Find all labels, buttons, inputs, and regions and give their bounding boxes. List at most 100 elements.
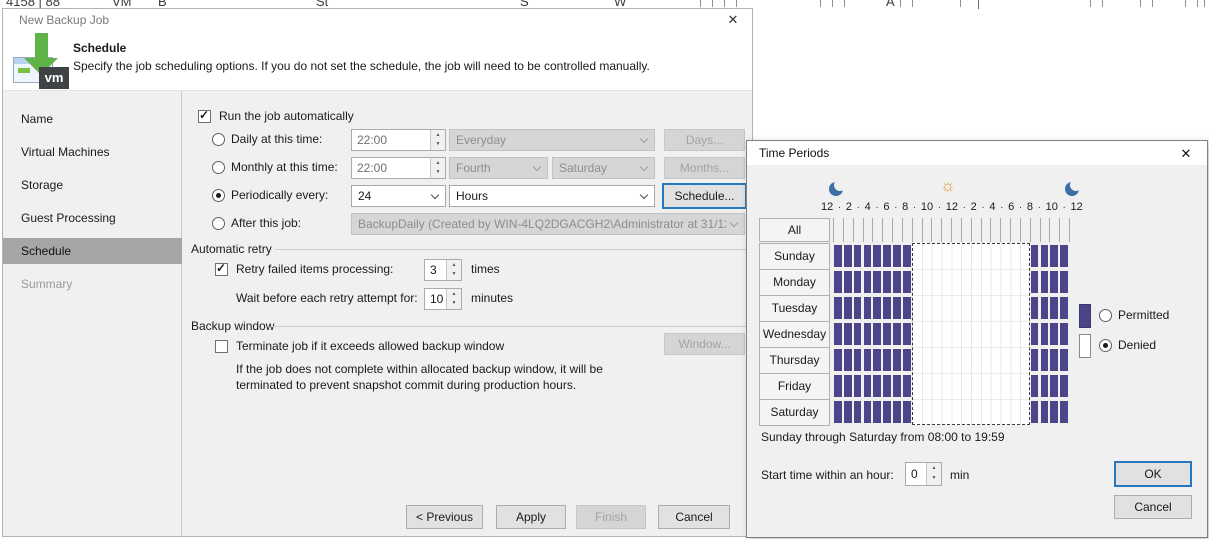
time-cell-permitted[interactable] bbox=[1060, 401, 1068, 423]
time-cell-permitted[interactable] bbox=[873, 401, 881, 423]
time-cell-permitted[interactable] bbox=[873, 375, 881, 397]
time-cell-permitted[interactable] bbox=[1031, 297, 1039, 319]
time-cell-permitted[interactable] bbox=[1031, 349, 1039, 371]
retry-count-spinner[interactable]: 3 ▲▼ bbox=[424, 259, 462, 281]
time-cell-permitted[interactable] bbox=[854, 245, 862, 267]
time-cell-permitted[interactable] bbox=[864, 297, 872, 319]
time-cell-permitted[interactable] bbox=[1050, 349, 1058, 371]
time-cell-permitted[interactable] bbox=[903, 323, 911, 345]
time-cell-permitted[interactable] bbox=[893, 349, 901, 371]
time-cell-permitted[interactable] bbox=[844, 375, 852, 397]
time-cells-denied-selection[interactable] bbox=[912, 243, 1030, 425]
daily-radio[interactable] bbox=[212, 133, 225, 146]
time-cell-permitted[interactable] bbox=[854, 375, 862, 397]
after-job-radio[interactable] bbox=[212, 217, 225, 230]
time-cell-permitted[interactable] bbox=[893, 271, 901, 293]
run-automatically-checkbox[interactable]: ✓ bbox=[198, 110, 211, 123]
time-cell-permitted[interactable] bbox=[883, 297, 891, 319]
time-cell-permitted[interactable] bbox=[873, 297, 881, 319]
time-cell-permitted[interactable] bbox=[903, 375, 911, 397]
time-cell-permitted[interactable] bbox=[844, 271, 852, 293]
time-cell-permitted[interactable] bbox=[834, 271, 842, 293]
time-cell-permitted[interactable] bbox=[1050, 245, 1058, 267]
time-cell-permitted[interactable] bbox=[1060, 245, 1068, 267]
time-cell-permitted[interactable] bbox=[834, 401, 842, 423]
retry-checkbox[interactable]: ✓ bbox=[215, 263, 228, 276]
time-cell-permitted[interactable] bbox=[1050, 375, 1058, 397]
periodically-unit-dropdown[interactable]: Hours bbox=[449, 185, 655, 207]
time-cell-permitted[interactable] bbox=[844, 323, 852, 345]
time-cell-permitted[interactable] bbox=[1041, 401, 1049, 423]
time-cell-permitted[interactable] bbox=[1041, 375, 1049, 397]
time-cell-permitted[interactable] bbox=[834, 323, 842, 345]
grid-day-button[interactable]: Monday bbox=[760, 269, 829, 295]
time-cell-permitted[interactable] bbox=[893, 245, 901, 267]
time-cell-permitted[interactable] bbox=[844, 401, 852, 423]
time-cell-permitted[interactable] bbox=[864, 245, 872, 267]
time-cell-permitted[interactable] bbox=[1041, 245, 1049, 267]
time-cell-permitted[interactable] bbox=[873, 245, 881, 267]
time-cell-permitted[interactable] bbox=[854, 271, 862, 293]
time-cell-permitted[interactable] bbox=[1060, 349, 1068, 371]
tp-cancel-button[interactable]: Cancel bbox=[1114, 495, 1192, 519]
grid-all-button[interactable]: All bbox=[759, 218, 830, 242]
schedule-button[interactable]: Schedule... bbox=[662, 183, 747, 209]
time-cell-permitted[interactable] bbox=[1031, 375, 1039, 397]
sidebar-item-virtual-machines[interactable]: Virtual Machines bbox=[3, 139, 182, 165]
time-cell-permitted[interactable] bbox=[883, 323, 891, 345]
monthly-radio[interactable] bbox=[212, 161, 225, 174]
time-cell-permitted[interactable] bbox=[883, 401, 891, 423]
time-cell-permitted[interactable] bbox=[1060, 375, 1068, 397]
time-cell-permitted[interactable] bbox=[1050, 271, 1058, 293]
time-cell-permitted[interactable] bbox=[903, 401, 911, 423]
time-cell-permitted[interactable] bbox=[1041, 349, 1049, 371]
time-cell-permitted[interactable] bbox=[1050, 323, 1058, 345]
time-cell-permitted[interactable] bbox=[873, 271, 881, 293]
time-cell-permitted[interactable] bbox=[893, 323, 901, 345]
time-cell-permitted[interactable] bbox=[893, 401, 901, 423]
time-cell-permitted[interactable] bbox=[864, 375, 872, 397]
sidebar-item-schedule[interactable]: Schedule bbox=[3, 238, 182, 264]
periodically-value-dropdown[interactable]: 24 bbox=[351, 185, 446, 207]
cancel-button[interactable]: Cancel bbox=[658, 505, 730, 529]
grid-day-button[interactable]: Tuesday bbox=[760, 295, 829, 321]
sidebar-item-guest-processing[interactable]: Guest Processing bbox=[3, 205, 182, 231]
time-cell-permitted[interactable] bbox=[854, 297, 862, 319]
terminate-checkbox[interactable] bbox=[215, 340, 228, 353]
time-cell-permitted[interactable] bbox=[864, 401, 872, 423]
time-cell-permitted[interactable] bbox=[1060, 323, 1068, 345]
time-cell-permitted[interactable] bbox=[854, 401, 862, 423]
time-cell-permitted[interactable] bbox=[883, 271, 891, 293]
start-time-spinner[interactable]: 0 ▲▼ bbox=[905, 462, 942, 486]
time-cell-permitted[interactable] bbox=[903, 297, 911, 319]
sidebar-item-name[interactable]: Name bbox=[3, 106, 182, 132]
time-cell-permitted[interactable] bbox=[1050, 297, 1058, 319]
apply-button[interactable]: Apply bbox=[496, 505, 566, 529]
time-cell-permitted[interactable] bbox=[844, 297, 852, 319]
grid-day-button[interactable]: Wednesday bbox=[760, 321, 829, 347]
ok-button[interactable]: OK bbox=[1114, 461, 1192, 487]
time-cell-permitted[interactable] bbox=[854, 323, 862, 345]
time-cell-permitted[interactable] bbox=[834, 245, 842, 267]
wait-minutes-spinner[interactable]: 10 ▲▼ bbox=[424, 288, 462, 310]
time-cell-permitted[interactable] bbox=[834, 375, 842, 397]
grid-day-button[interactable]: Sunday bbox=[760, 244, 829, 269]
wizard-close-icon[interactable]: ✕ bbox=[724, 11, 742, 29]
previous-button[interactable]: < Previous bbox=[406, 505, 483, 529]
time-cell-permitted[interactable] bbox=[1031, 271, 1039, 293]
time-cell-permitted[interactable] bbox=[873, 323, 881, 345]
time-cell-permitted[interactable] bbox=[854, 349, 862, 371]
time-cell-permitted[interactable] bbox=[844, 245, 852, 267]
time-cell-permitted[interactable] bbox=[1060, 297, 1068, 319]
time-cell-permitted[interactable] bbox=[1041, 297, 1049, 319]
time-periods-close-icon[interactable]: ✕ bbox=[1177, 145, 1195, 163]
time-cell-permitted[interactable] bbox=[883, 349, 891, 371]
time-cell-permitted[interactable] bbox=[1031, 245, 1039, 267]
time-cell-permitted[interactable] bbox=[1041, 271, 1049, 293]
daily-time-spinner[interactable]: 22:00 ▲▼ bbox=[351, 129, 446, 151]
grid-day-button[interactable]: Saturday bbox=[760, 399, 829, 425]
time-cell-permitted[interactable] bbox=[1031, 323, 1039, 345]
time-cell-permitted[interactable] bbox=[864, 349, 872, 371]
time-cell-permitted[interactable] bbox=[1031, 401, 1039, 423]
periodically-radio[interactable] bbox=[212, 189, 225, 202]
